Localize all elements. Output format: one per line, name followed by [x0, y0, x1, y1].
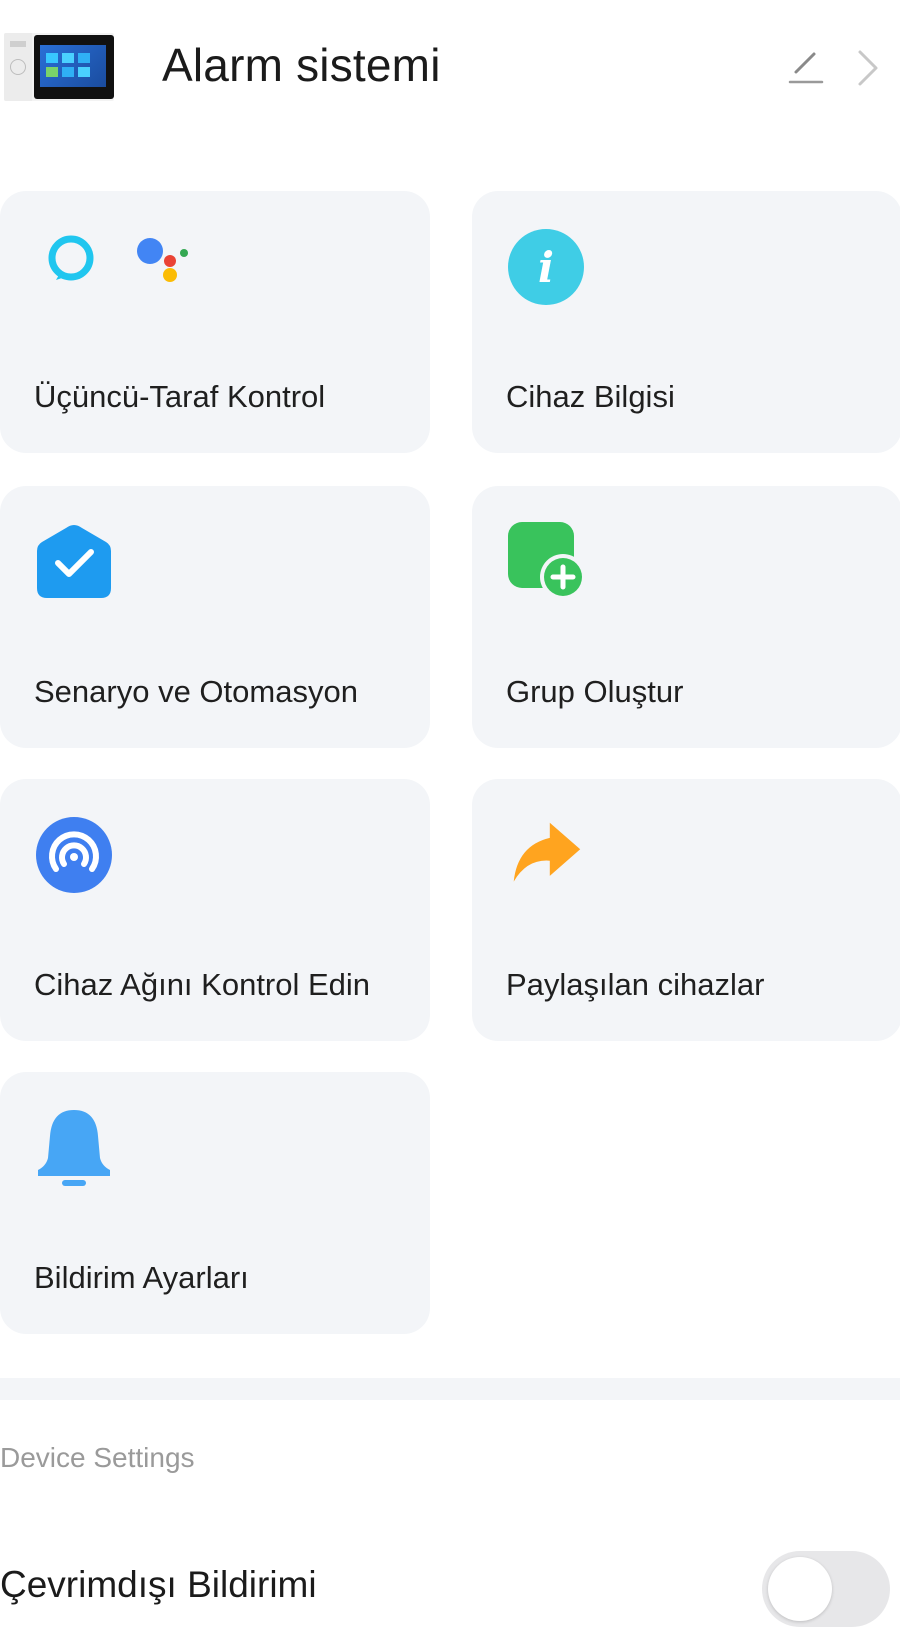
- share-arrow-icon: [513, 822, 581, 882]
- svg-text:i: i: [538, 243, 554, 292]
- card-label: Grup Oluştur: [506, 674, 684, 709]
- card-notification-settings[interactable]: Bildirim Ayarları: [0, 1072, 430, 1334]
- bell-icon: [38, 1110, 110, 1186]
- card-shared-devices[interactable]: Paylaşılan cihazlar: [472, 779, 900, 1041]
- card-label: Paylaşılan cihazlar: [506, 967, 765, 1002]
- card-label: Cihaz Bilgisi: [506, 379, 675, 414]
- card-label: Senaryo ve Otomasyon: [34, 674, 358, 709]
- device-thumbnail[interactable]: [4, 33, 114, 101]
- google-assistant-icon: [137, 238, 188, 282]
- section-title: Device Settings: [0, 1442, 195, 1473]
- section-divider: [0, 1378, 900, 1400]
- page-title: Alarm sistemi: [162, 39, 441, 91]
- card-third-party-control[interactable]: Üçüncü-Taraf Kontrol: [0, 191, 430, 453]
- card-device-network[interactable]: Cihaz Ağını Kontrol Edin: [0, 779, 430, 1041]
- info-icon: i: [508, 229, 584, 305]
- offline-notification-label: Çevrimdışı Bildirimi: [0, 1564, 317, 1605]
- checkmark-shield-icon: [37, 525, 111, 598]
- card-create-group[interactable]: Grup Oluştur: [472, 486, 900, 748]
- header: Alarm sistemi: [0, 0, 900, 135]
- card-device-info[interactable]: i Cihaz Bilgisi: [472, 191, 900, 453]
- card-scene-automation[interactable]: Senaryo ve Otomasyon: [0, 486, 430, 748]
- card-label: Üçüncü-Taraf Kontrol: [34, 379, 326, 414]
- card-label: Cihaz Ağını Kontrol Edin: [34, 967, 371, 1002]
- pencil-icon[interactable]: [786, 46, 826, 86]
- card-label: Bildirim Ayarları: [34, 1260, 249, 1295]
- offline-notification-toggle[interactable]: [762, 1551, 890, 1627]
- add-group-icon: [508, 522, 586, 600]
- toggle-knob: [768, 1557, 832, 1621]
- alexa-icon: [48, 235, 94, 281]
- network-signal-icon: [36, 817, 112, 893]
- chevron-right-icon[interactable]: [852, 48, 882, 88]
